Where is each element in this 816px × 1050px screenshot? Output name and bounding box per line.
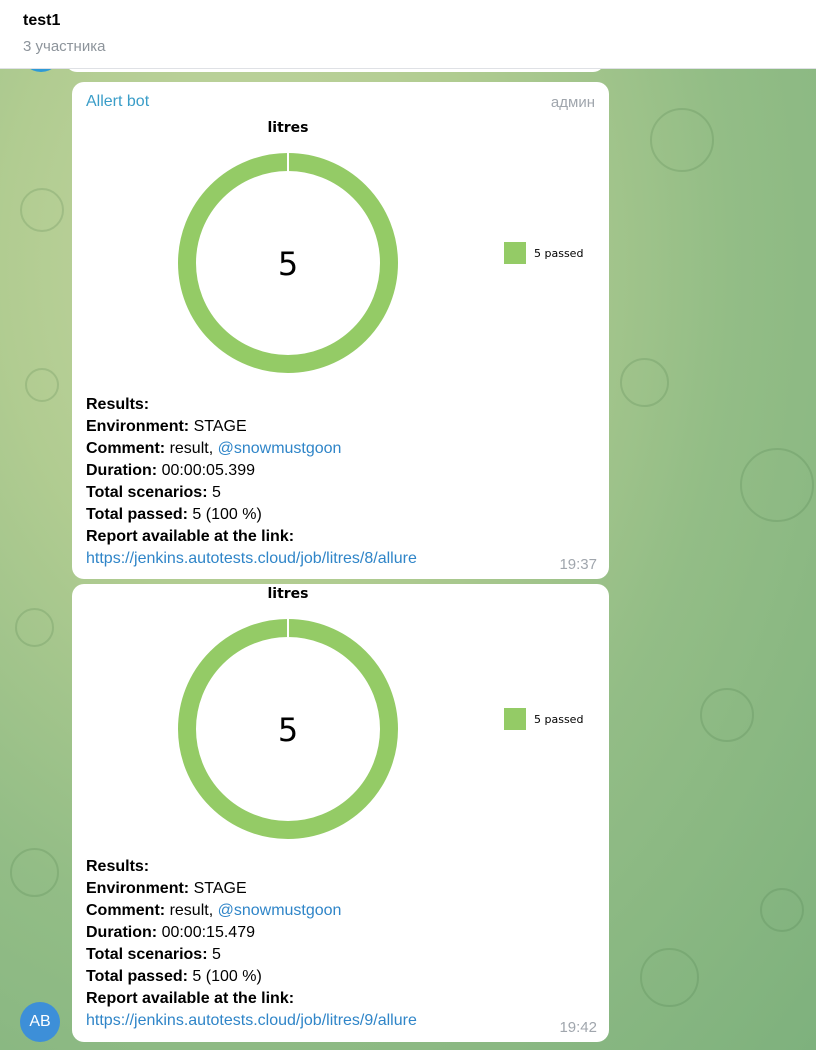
duration-label: Duration: — [86, 924, 158, 941]
duration-value: 00:00:05.399 — [161, 462, 255, 479]
total-scenarios-label: Total scenarios: — [86, 484, 208, 501]
total-passed-label: Total passed: — [86, 506, 188, 523]
message-text: Results: Environment: STAGE Comment: res… — [86, 856, 417, 1032]
admin-badge: админ — [550, 94, 595, 111]
total-passed-value: 5 (100 %) — [192, 506, 262, 523]
legend-swatch — [504, 242, 526, 264]
report-label: Report available at the link: — [86, 990, 295, 1007]
results-label: Results: — [86, 858, 150, 875]
legend-swatch — [504, 708, 526, 730]
report-link[interactable]: https://jenkins.autotests.cloud/job/litr… — [86, 550, 417, 567]
chart-center-label: 5 — [278, 711, 298, 749]
total-scenarios-value: 5 — [211, 946, 221, 963]
chart-center-label: 5 — [278, 245, 298, 283]
message-bubble[interactable]: Allert bot админ litres 5 5 passed Results… — [72, 82, 609, 579]
donut-chart: litres 5 5 passed — [178, 120, 583, 373]
comment-value: result, — [169, 440, 214, 457]
legend-label: 5 passed — [534, 713, 583, 726]
environment-value: STAGE — [193, 880, 247, 897]
total-scenarios-label: Total scenarios: — [86, 946, 208, 963]
duration-value: 00:00:15.479 — [161, 924, 255, 941]
chat-members-count: 3 участника — [23, 38, 106, 55]
comment-label: Comment: — [86, 902, 166, 919]
comment-value: result, — [169, 902, 214, 919]
message-time: 19:37 — [559, 556, 597, 573]
comment-label: Comment: — [86, 440, 166, 457]
environment-label: Environment: — [86, 880, 190, 897]
chart-title: litres — [267, 120, 308, 136]
avatar[interactable]: AB — [20, 1002, 60, 1042]
chart-title: litres — [267, 586, 308, 602]
total-passed-label: Total passed: — [86, 968, 188, 985]
message-text: Results: Environment: STAGE Comment: res… — [86, 394, 417, 570]
message-time: 19:42 — [559, 1019, 597, 1036]
message-bubble[interactable]: litres 5 5 passed Results: Environment: ST… — [72, 584, 609, 1042]
total-scenarios-value: 5 — [211, 484, 221, 501]
legend-label: 5 passed — [534, 247, 583, 260]
donut-chart: litres 5 5 passed — [178, 586, 583, 839]
chat-header[interactable]: test1 3 участника — [0, 0, 816, 69]
environment-value: STAGE — [193, 418, 247, 435]
duration-label: Duration: — [86, 462, 158, 479]
total-passed-value: 5 (100 %) — [192, 968, 262, 985]
environment-label: Environment: — [86, 418, 190, 435]
user-mention[interactable]: @snowmustgoon — [218, 440, 342, 457]
sender-name[interactable]: Allert bot — [86, 93, 149, 111]
results-label: Results: — [86, 396, 150, 413]
report-link[interactable]: https://jenkins.autotests.cloud/job/litr… — [86, 1012, 417, 1029]
user-mention[interactable]: @snowmustgoon — [218, 902, 342, 919]
report-label: Report available at the link: — [86, 528, 295, 545]
chat-title[interactable]: test1 — [23, 12, 60, 30]
